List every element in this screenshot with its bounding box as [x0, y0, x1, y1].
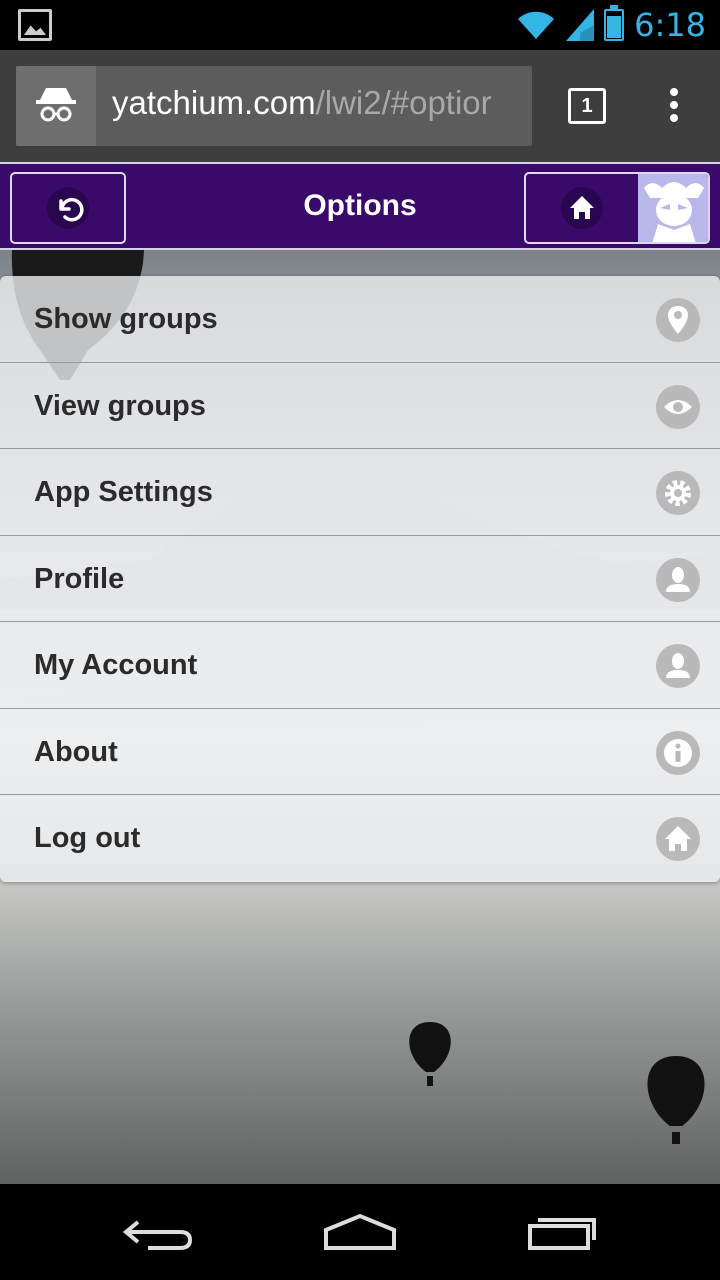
clock: 6:18	[634, 6, 706, 44]
back-icon	[47, 187, 89, 229]
url-text[interactable]: yatchium.com/lwi2/#optior	[112, 84, 532, 122]
url-bar[interactable]: yatchium.com/lwi2/#optior	[16, 66, 532, 146]
person-icon	[656, 644, 700, 688]
nav-back-icon[interactable]	[118, 1212, 198, 1252]
home-icon	[656, 817, 700, 861]
options-menu: Show groups View groups App Settings Pro…	[0, 276, 720, 882]
location-pin-icon	[656, 298, 700, 342]
menu-item-label: My Account	[34, 649, 198, 681]
avatar[interactable]	[638, 174, 708, 242]
url-host: yatchium.com	[112, 84, 316, 121]
browser-toolbar: yatchium.com/lwi2/#optior 1	[0, 50, 720, 162]
menu-item-label: Log out	[34, 822, 141, 854]
wifi-icon	[518, 11, 555, 39]
menu-item-label: View groups	[34, 389, 206, 422]
menu-item-about[interactable]: About	[0, 708, 720, 795]
eye-icon	[656, 384, 700, 429]
battery-icon	[604, 5, 625, 41]
system-nav-bar	[0, 1184, 720, 1280]
menu-item-label: About	[34, 735, 118, 768]
menu-item-log-out[interactable]: Log out	[0, 795, 720, 882]
status-bar: 6:18	[0, 0, 720, 50]
menu-item-view-groups[interactable]: View groups	[0, 362, 720, 449]
menu-item-my-account[interactable]: My Account	[0, 622, 720, 709]
app-header: Options	[0, 162, 720, 250]
overflow-menu-icon[interactable]	[660, 88, 688, 128]
menu-item-app-settings[interactable]: App Settings	[0, 449, 720, 536]
home-button[interactable]	[524, 172, 710, 244]
signal-icon	[566, 9, 595, 41]
image-notification-icon	[18, 9, 52, 41]
gear-icon	[656, 471, 700, 515]
menu-item-profile[interactable]: Profile	[0, 535, 720, 622]
back-button[interactable]	[10, 172, 126, 244]
menu-item-label: Show groups	[34, 303, 218, 335]
url-path: /lwi2/#optior	[315, 84, 492, 121]
menu-item-label: Profile	[34, 562, 125, 595]
incognito-icon[interactable]	[16, 66, 96, 146]
menu-item-show-groups[interactable]: Show groups	[0, 276, 720, 363]
home-icon	[561, 187, 603, 229]
nav-recents-icon[interactable]	[524, 1212, 604, 1252]
menu-item-label: App Settings	[34, 476, 213, 508]
info-icon	[656, 730, 700, 775]
nav-home-icon[interactable]	[320, 1212, 400, 1252]
tabs-icon[interactable]: 1	[568, 88, 606, 124]
person-icon	[656, 557, 700, 602]
status-icons: 6:18	[516, 5, 706, 44]
